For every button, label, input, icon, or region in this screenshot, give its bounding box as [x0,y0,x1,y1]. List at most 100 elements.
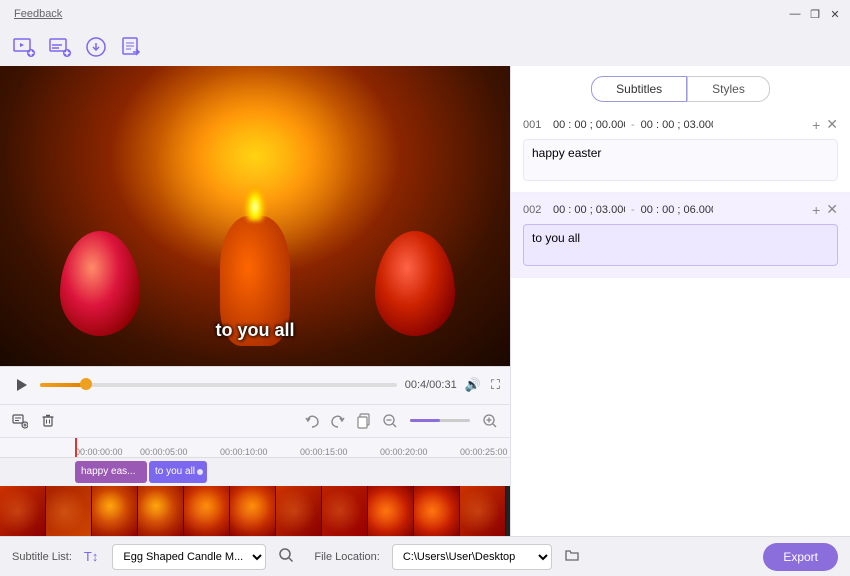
zoom-track[interactable] [410,419,470,422]
subtitle-add-1[interactable]: + [812,117,820,133]
subtitle-end-2[interactable] [641,204,713,216]
ruler-mark-5: 00:00:25:00 [460,447,508,456]
video-placeholder: to you all [0,66,510,366]
video-subtitle-overlay: to you all [215,320,294,341]
timeline-area: happy eas... to you all [0,457,510,536]
add-text-button[interactable] [10,411,30,431]
subtitle-track: happy eas... to you all [0,458,510,486]
export-subtitle-button[interactable] [118,33,146,61]
redo-button[interactable] [328,411,348,431]
subtitle-header-2: 002 - + ✕ [523,201,838,218]
zoom-in-icon [482,413,498,429]
copy-icon [356,413,372,429]
ruler-mark-2: 00:00:10:00 [220,447,268,456]
clip-to-you-all[interactable]: to you all [149,461,207,483]
film-frame-9 [368,486,414,536]
subtitle-text-2[interactable]: to you all [523,224,838,266]
playback-bar: 00:4/00:31 🔊 ⛶ [0,366,510,404]
time-dash-2: - [631,204,635,216]
progress-thumb[interactable] [80,378,92,390]
subtitle-add-2[interactable]: + [812,202,820,218]
subtitle-file-select[interactable]: Egg Shaped Candle M... [112,544,266,570]
tab-subtitles[interactable]: Subtitles [591,76,687,102]
ruler-mark-0: 00:00:00:00 [75,447,123,456]
subtitle-list-icon: T↕ [84,549,98,564]
text-add-icon [12,413,28,429]
play-icon [17,379,27,391]
copy-clip-button[interactable] [354,411,374,431]
video-filmstrip [0,486,510,536]
bottom-bar: Subtitle List: T↕ Egg Shaped Candle M...… [0,536,850,576]
timeline-toolbar [0,404,510,438]
film-frame-11 [460,486,506,536]
subtitle-header-1: 001 - + ✕ [523,116,838,133]
trash-icon [40,413,56,429]
feedback-link[interactable]: Feedback [14,8,62,20]
time-display: 00:4/00:31 [405,379,457,391]
film-frame-7 [276,486,322,536]
film-frame-4 [138,486,184,536]
subtitle-delete-2[interactable]: ✕ [826,201,838,218]
import-subtitles-button[interactable] [82,33,110,61]
subtitle-panel: Subtitles Styles 001 - + ✕ happy easter … [510,66,850,536]
delete-clip-button[interactable] [38,411,58,431]
film-frame-5 [184,486,230,536]
clip-handle [197,469,203,475]
track-clips: happy eas... to you all [75,461,207,483]
subtitle-num-1: 001 [523,119,547,131]
time-dash-1: - [631,119,635,131]
import-icon [85,36,107,58]
timeline-tools-right [302,411,500,431]
volume-icon[interactable]: 🔊 [465,377,481,393]
film-frame-1 [0,486,46,536]
close-button[interactable]: ✕ [826,5,844,23]
zoom-in-button[interactable] [480,411,500,431]
film-frame-10 [414,486,460,536]
ruler-mark-1: 00:00:05:00 [140,447,188,456]
timeline-ruler: 00:00:00:00 00:00:05:00 00:00:10:00 00:0… [0,437,510,457]
restore-button[interactable]: ❐ [806,5,824,23]
play-button[interactable] [10,374,32,396]
video-panel: to you all 00:4/00:31 🔊 ⛶ [0,66,510,536]
search-subtitle-button[interactable] [278,547,294,566]
film-frame-8 [322,486,368,536]
subtitle-end-1[interactable] [641,119,713,131]
subtitle-start-1[interactable] [553,119,625,131]
main-content: to you all 00:4/00:31 🔊 ⛶ [0,66,850,536]
film-frame-6 [230,486,276,536]
subtitle-item-2: 002 - + ✕ to you all [511,193,850,278]
minimize-button[interactable]: — [786,5,804,23]
undo-button[interactable] [302,411,322,431]
progress-track[interactable] [40,383,397,387]
playhead [75,438,77,457]
search-icon [278,547,294,563]
zoom-fill [410,419,440,422]
video-area: to you all [0,66,510,366]
subtitle-delete-1[interactable]: ✕ [826,116,838,133]
subtitle-start-2[interactable] [553,204,625,216]
subtitle-list-label: Subtitle List: [12,551,72,563]
add-media-button[interactable] [10,33,38,61]
fullscreen-icon[interactable]: ⛶ [491,377,500,393]
candle-flame [245,186,265,221]
folder-icon [564,547,580,563]
file-path-select[interactable]: C:\Users\User\Desktop [392,544,552,570]
clip-happy-easter[interactable]: happy eas... [75,461,147,483]
panel-tabs: Subtitles Styles [511,66,850,108]
add-subtitle-track-button[interactable] [46,33,74,61]
ruler-mark-4: 00:00:20:00 [380,447,428,456]
timeline-tools-left [10,411,58,431]
tab-styles[interactable]: Styles [687,76,770,102]
export-icon [121,36,143,58]
film-frame-2 [46,486,92,536]
subtitle-text-1[interactable]: happy easter [523,139,838,181]
add-media-icon [13,36,35,58]
zoom-out-button[interactable] [380,411,400,431]
subtitle-num-2: 002 [523,204,547,216]
browse-folder-button[interactable] [564,547,580,566]
ruler-mark-3: 00:00:15:00 [300,447,348,456]
export-button[interactable]: Export [763,543,838,571]
main-toolbar [0,28,850,66]
subtitle-item-1: 001 - + ✕ happy easter [511,108,850,193]
redo-icon [330,413,346,429]
